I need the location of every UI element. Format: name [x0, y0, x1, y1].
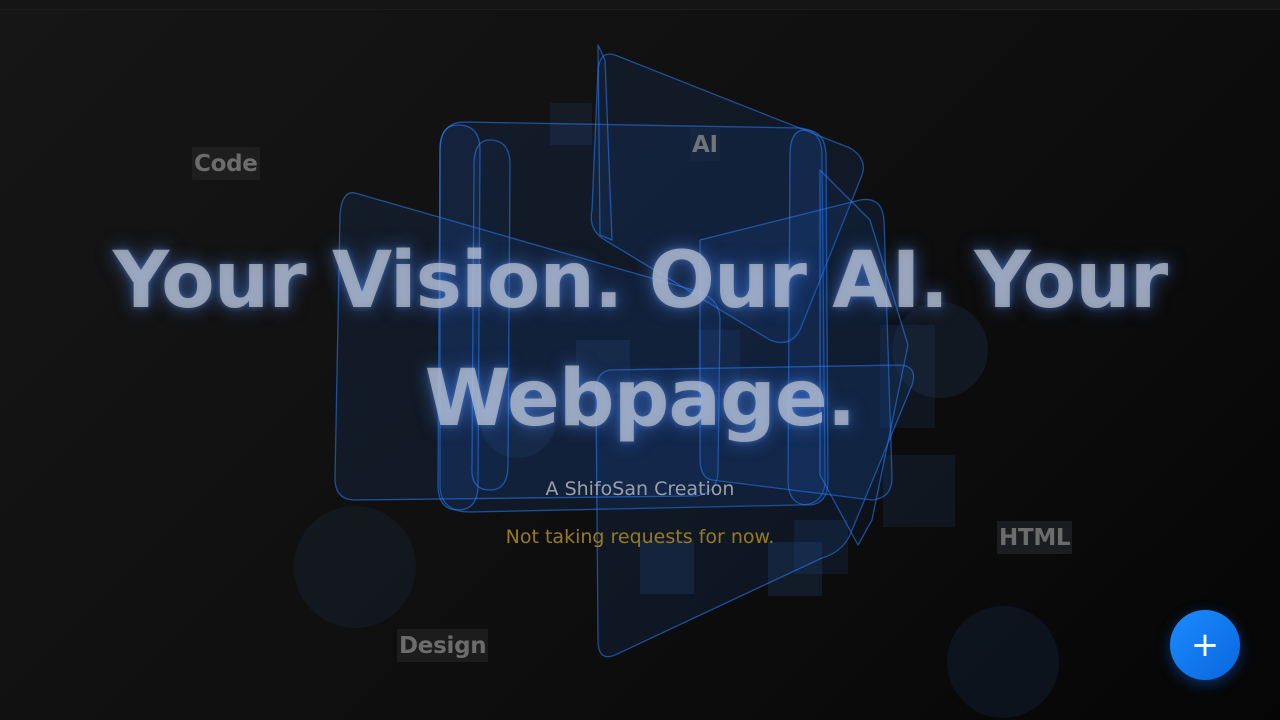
floating-tag-ai: AI [690, 128, 720, 161]
add-button[interactable]: + [1170, 610, 1240, 680]
floating-tag-code: Code [192, 147, 260, 180]
plus-icon: + [1190, 625, 1220, 665]
hero-subtitle: A ShifoSan Creation [545, 478, 735, 500]
bg-circle [294, 506, 416, 628]
floating-tag-html: HTML [997, 521, 1073, 554]
bg-circle [947, 606, 1059, 718]
hero-title: Your Vision. Our AI. Your Webpage. [112, 236, 1168, 444]
floating-tag-design: Design [397, 629, 489, 662]
status-notice: Not taking requests for now. [505, 526, 775, 548]
